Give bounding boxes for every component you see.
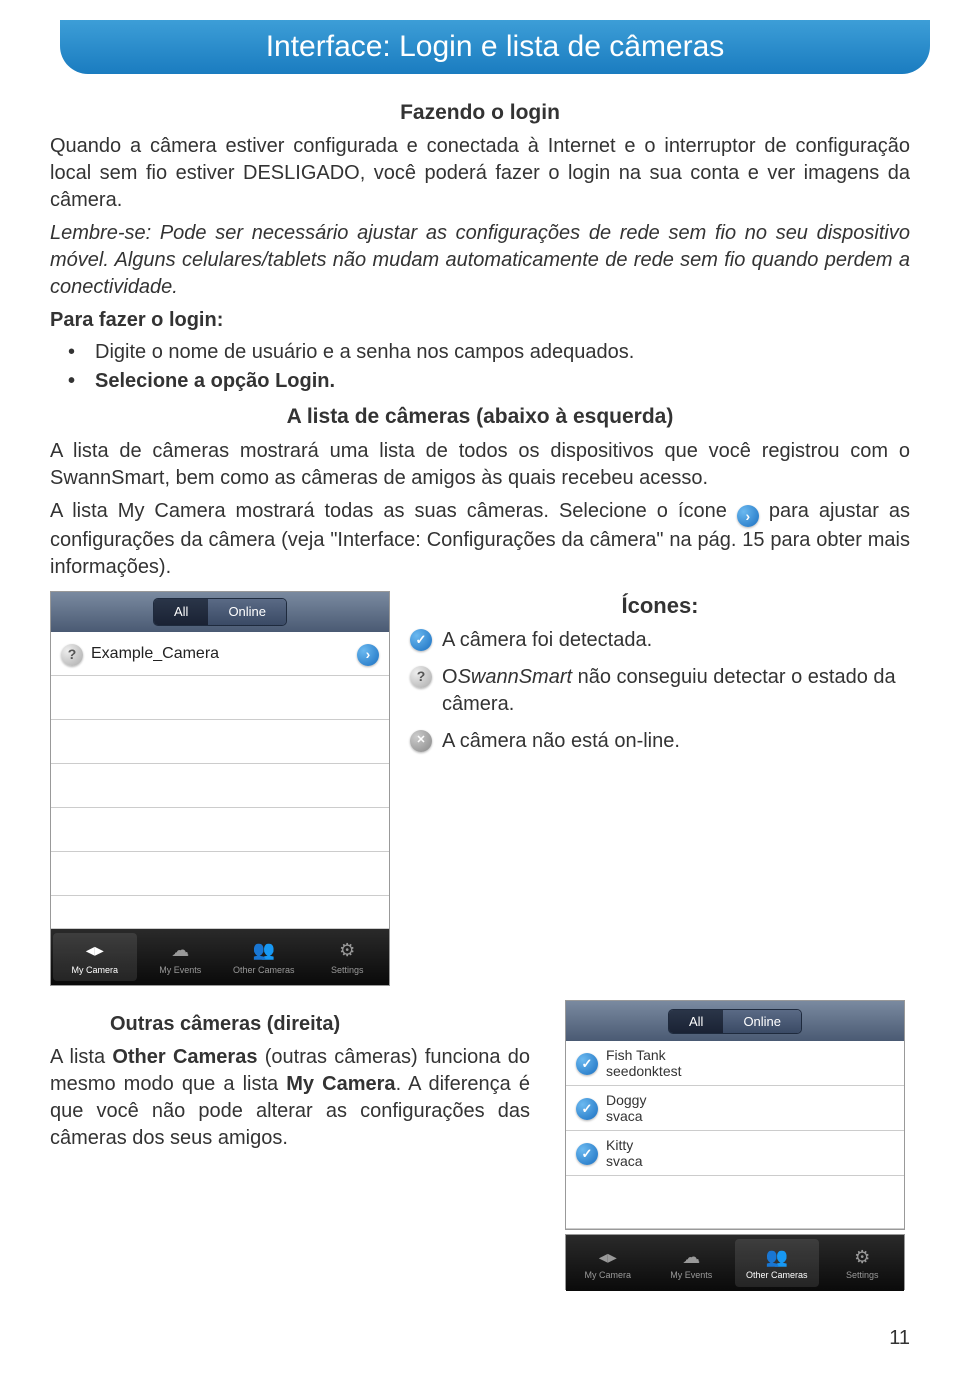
tab-label: Other Cameras [233, 964, 295, 976]
gear-icon: ⚙ [854, 1247, 870, 1268]
login-steps: Digite o nome de usuário e a senha nos c… [50, 339, 910, 395]
legend-text: A câmera não está on-line. [442, 728, 680, 755]
tab-label: My Events [159, 964, 201, 976]
gear-icon: ⚙ [339, 938, 355, 962]
txt: A lista [50, 1046, 112, 1068]
tab-settings[interactable]: ⚙ Settings [306, 929, 390, 985]
tab-settings[interactable]: ⚙ Settings [821, 1235, 905, 1291]
camera-icon: ◂▸ [86, 938, 104, 962]
p-login-1: Quando a câmera estiver configurada e co… [50, 133, 910, 214]
tab-label: Other Cameras [746, 1270, 808, 1280]
txt-it: SwannSmart [458, 666, 573, 688]
list-fill [51, 896, 389, 929]
camera-owner: svaca [606, 1153, 643, 1169]
legend-unknown: OSwannSmart não conseguiu detectar o est… [410, 664, 910, 718]
legend-text: A câmera foi detectada. [442, 627, 652, 654]
tab-bar: ◂▸ My Camera ☁ My Events 👥 Other Cameras ⚙ S… [51, 929, 389, 985]
camera-row-kitty[interactable]: Kittysvaca [566, 1131, 904, 1176]
segmented-control[interactable]: All Online [668, 1009, 802, 1034]
cloud-icon: ☁ [682, 1247, 700, 1268]
mock-frame-1: All Online Example_Camera ◂▸ My Camera [50, 591, 390, 986]
section-heading-other: Outras câmeras (direita) [110, 1011, 530, 1038]
people-icon: 👥 [253, 938, 275, 962]
p-login-note: Lembre-se: Pode ser necessário ajustar a… [50, 220, 910, 301]
txt-bold: DESLIGADO [243, 162, 360, 184]
empty-row [51, 808, 389, 852]
legend-detected: A câmera foi detectada. [410, 627, 910, 654]
camera-row-fishtank[interactable]: Fish Tankseedonktest [566, 1041, 904, 1086]
segmented-control[interactable]: All Online [153, 598, 287, 626]
empty-row [51, 720, 389, 764]
check-icon [576, 1143, 598, 1165]
people-icon: 👥 [766, 1247, 788, 1268]
camera-name: Kitty [606, 1137, 643, 1153]
camera-icon: ◂▸ [599, 1247, 617, 1268]
step-2: Selecione a opção Login. [50, 368, 910, 395]
empty-row [51, 676, 389, 720]
step-1: Digite o nome de usuário e a senha nos c… [50, 339, 910, 366]
txt: O [442, 666, 458, 688]
p-other: A lista Other Cameras (outras câmeras) f… [50, 1044, 530, 1152]
status-unknown-icon [61, 644, 83, 666]
tab-othercameras[interactable]: 👥 Other Cameras [222, 929, 306, 985]
tab-myevents[interactable]: ☁ My Events [650, 1235, 734, 1291]
other-cameras-text: Outras câmeras (direita) A lista Other C… [50, 1011, 530, 1158]
camera-owner: seedonktest [606, 1063, 682, 1079]
camera-owner: svaca [606, 1108, 646, 1124]
txt-it: Lembre-se: Pode ser necessário ajustar a… [50, 222, 910, 298]
camera-name: Fish Tank [606, 1047, 682, 1063]
page-number: 11 [889, 1327, 910, 1350]
check-icon [410, 629, 432, 651]
arrow-circle-icon [737, 505, 759, 527]
icons-column: Ícones: A câmera foi detectada. OSwannSm… [410, 591, 910, 986]
tab-label: Settings [331, 964, 364, 976]
txt: A lista My Camera mostrará todas as suas… [50, 500, 737, 522]
section-heading-cameralist: A lista de câmeras (abaixo à esquerda) [50, 403, 910, 431]
question-icon [410, 666, 432, 688]
camera-row[interactable]: Example_Camera [51, 632, 389, 676]
legend-offline: A câmera não está on-line. [410, 728, 910, 755]
tab-othercameras[interactable]: 👥 Other Cameras [735, 1239, 819, 1287]
legend-text: OSwannSmart não conseguiu detectar o est… [442, 664, 910, 718]
detail-arrow-icon[interactable] [357, 644, 379, 666]
title-bar: Interface: Login e lista de câmeras [60, 20, 930, 74]
check-icon [576, 1098, 598, 1120]
seg-all[interactable]: All [154, 599, 208, 625]
tab-label: My Events [670, 1270, 712, 1280]
mock-frame-2: All Online Fish Tankseedonktest Doggysva… [565, 1000, 905, 1230]
x-icon [410, 730, 432, 752]
seg-all[interactable]: All [669, 1010, 723, 1033]
screenshot-othercameras: All Online Fish Tankseedonktest Doggysva… [565, 1000, 905, 1290]
txt-bold: My Camera [286, 1073, 395, 1095]
check-icon [576, 1053, 598, 1075]
tab-label: Settings [846, 1270, 879, 1280]
camera-name: Doggy [606, 1092, 646, 1108]
camera-name: Example_Camera [91, 643, 349, 665]
p-camlist-1: A lista de câmeras mostrará uma lista de… [50, 438, 910, 492]
mid-row: All Online Example_Camera ◂▸ My Camera [50, 591, 910, 986]
p-login-todo: Para fazer o login: [50, 307, 910, 334]
tab-bar: ◂▸ My Camera ☁ My Events 👥 Other Cameras ⚙ S… [566, 1235, 904, 1291]
seg-online[interactable]: Online [723, 1010, 801, 1033]
camera-row-doggy[interactable]: Doggysvaca [566, 1086, 904, 1131]
tab-myevents[interactable]: ☁ My Events [139, 929, 223, 985]
p-camlist-2: A lista My Camera mostrará todas as suas… [50, 498, 910, 581]
segmented-bar: All Online [51, 592, 389, 632]
txt-bold: Other Cameras [112, 1046, 257, 1068]
empty-row [51, 852, 389, 896]
tab-mycamera[interactable]: ◂▸ My Camera [53, 933, 137, 981]
tab-label: My Camera [584, 1270, 631, 1280]
segmented-bar: All Online [566, 1001, 904, 1041]
icons-heading: Ícones: [410, 591, 910, 621]
empty-row [51, 764, 389, 808]
tab-label: My Camera [71, 964, 118, 976]
tab-mycamera[interactable]: ◂▸ My Camera [566, 1235, 650, 1291]
section-heading-login: Fazendo o login [50, 99, 910, 127]
mock-tabbar-2: ◂▸ My Camera ☁ My Events 👥 Other Cameras ⚙ S… [565, 1234, 905, 1290]
screenshot-mycamera: All Online Example_Camera ◂▸ My Camera [50, 591, 390, 986]
seg-online[interactable]: Online [208, 599, 286, 625]
list-fill [566, 1176, 904, 1229]
cloud-icon: ☁ [171, 938, 189, 962]
